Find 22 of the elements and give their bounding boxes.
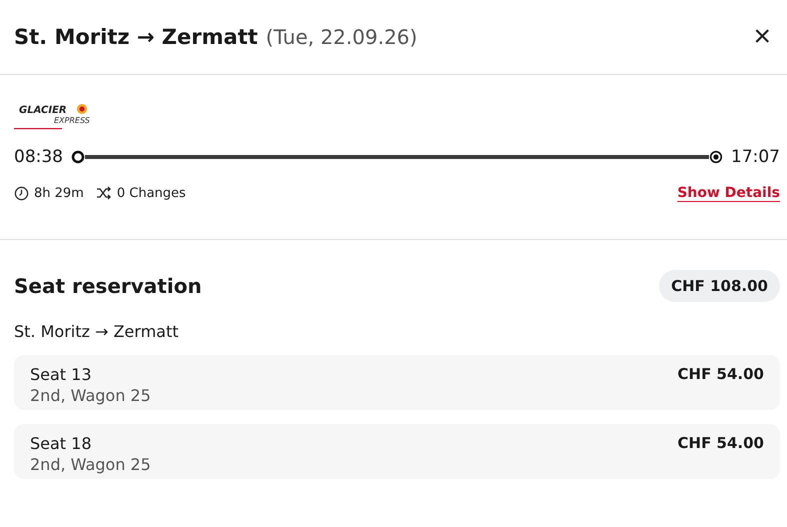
departure-time: 08:38: [14, 147, 63, 167]
seat-class: 2nd, Wagon 25: [30, 455, 151, 474]
total-price: CHF 108.00: [659, 270, 780, 302]
shuffle-icon: [96, 186, 112, 200]
route-text: St. Moritz → Zermatt: [14, 322, 180, 341]
route-title: St. Moritz → Zermatt: [14, 25, 258, 49]
section-title: Seat reservation: [14, 274, 202, 298]
seat-number: Seat 13: [30, 365, 93, 384]
seat-class: 2nd, Wagon 25: [30, 386, 151, 405]
arrival-time: 17:07: [731, 147, 780, 167]
close-button[interactable]: ×: [753, 22, 771, 52]
duration-text: 8h 29m: [34, 186, 84, 200]
show-details-link[interactable]: Show Details: [677, 185, 780, 201]
seat-number: Seat 18: [30, 434, 93, 453]
logo-drawing: GLACIER EXPRESS: [14, 101, 94, 135]
seat-price: CHF 54.00: [678, 365, 764, 383]
end-stop-icon: [709, 150, 723, 164]
seat-price: CHF 54.00: [678, 434, 764, 452]
changes-text: 0 Changes: [116, 186, 186, 200]
travel-date: (Tue, 22.09.26): [266, 25, 418, 49]
clock-icon: [14, 186, 29, 200]
start-stop-icon: [71, 150, 85, 164]
